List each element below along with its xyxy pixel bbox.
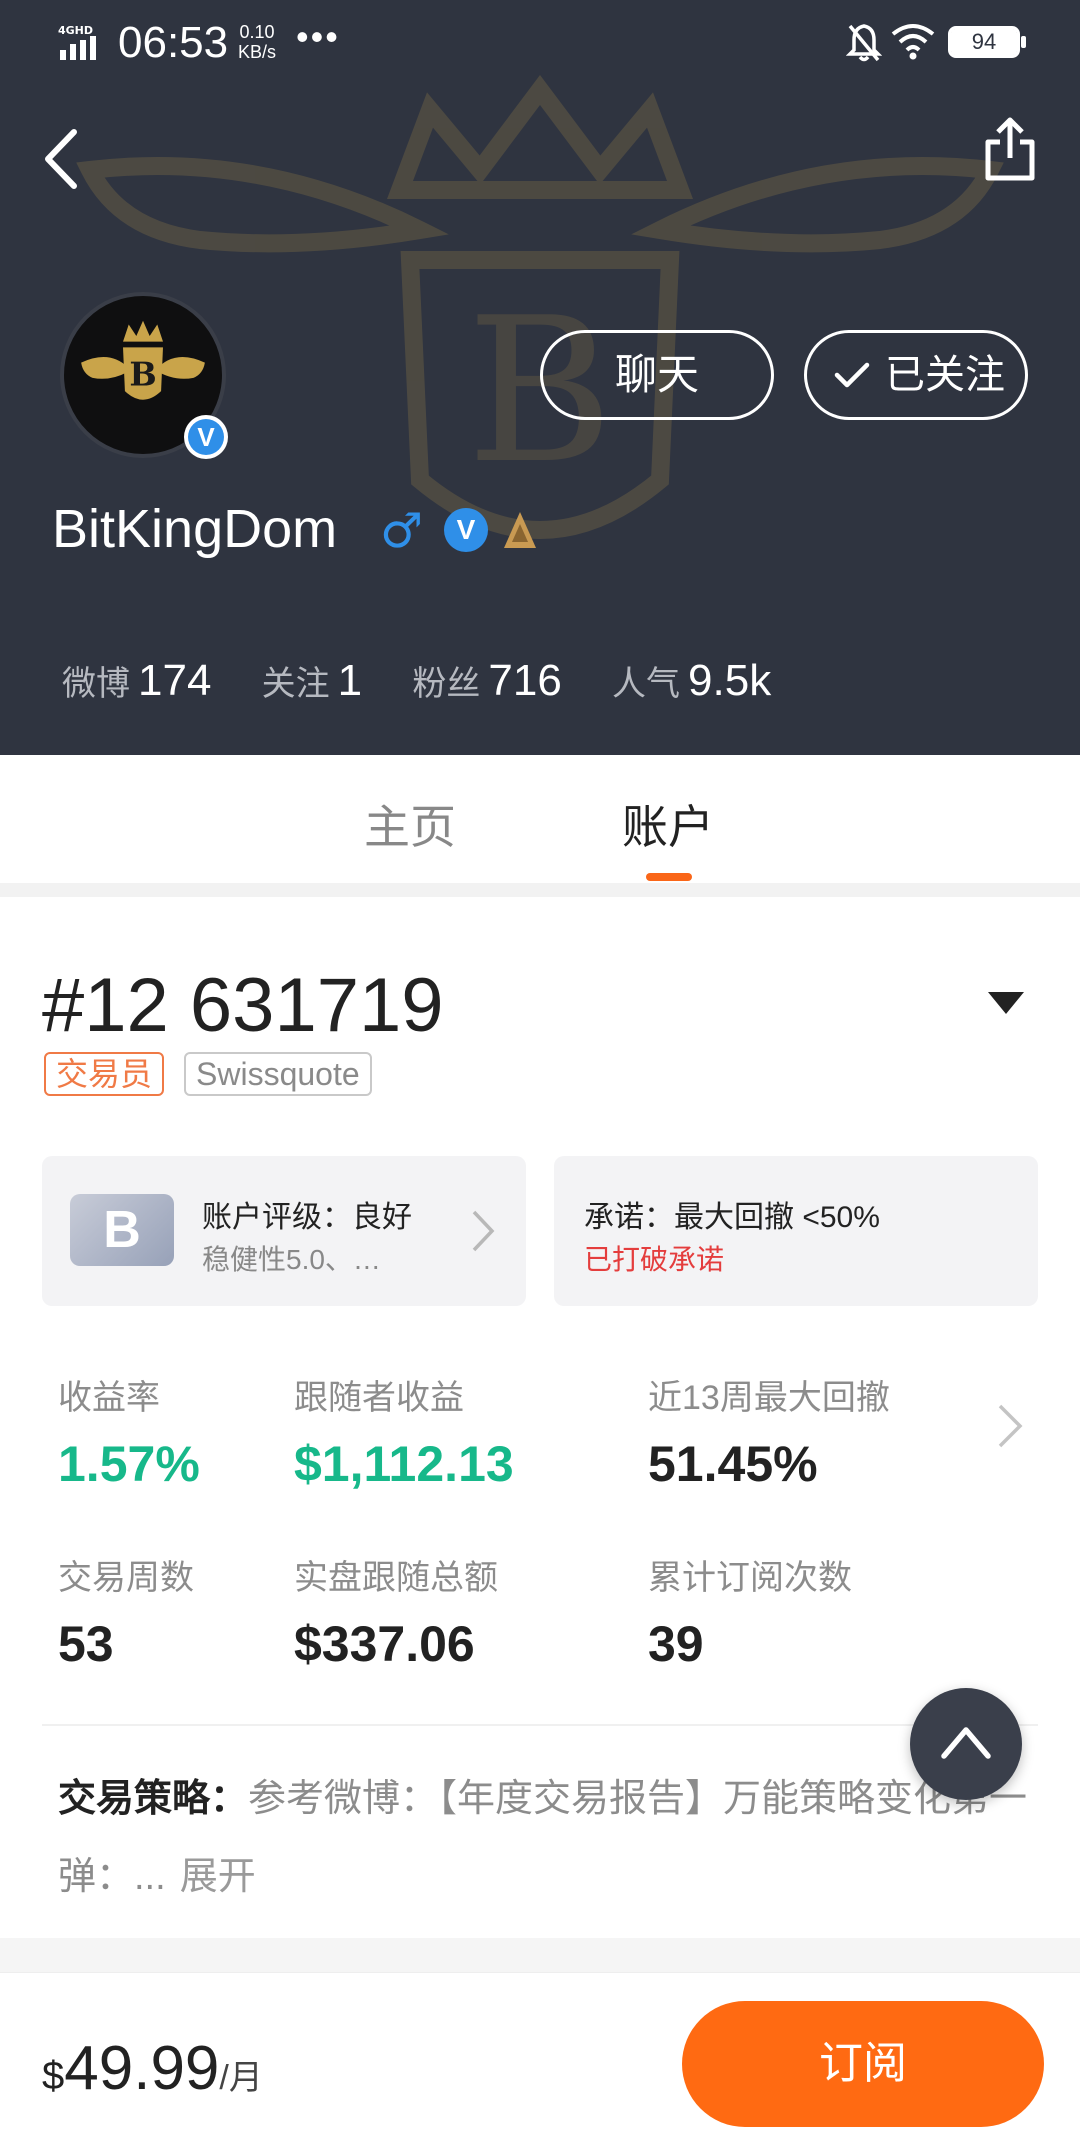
- stat-following[interactable]: 关注 1: [262, 656, 362, 706]
- network-speed-unit: KB/s: [238, 42, 277, 62]
- status-bar: 4GHD 06:53 0.10 KB/s ••• 94: [0, 0, 1080, 90]
- rating-title: 账户评级：良好: [202, 1201, 412, 1234]
- price-amount: 49.99: [64, 2034, 220, 2103]
- scroll-to-top-button[interactable]: [910, 1688, 1022, 1800]
- username: BitKingDom: [52, 499, 338, 559]
- following-button[interactable]: 已关注: [804, 330, 1028, 420]
- trader-tag: 交易员: [44, 1052, 165, 1096]
- network-speed-value: 0.10: [239, 22, 275, 42]
- subscribe-button[interactable]: 订阅: [682, 2001, 1044, 2127]
- stat-popularity: 人气 9.5k: [612, 656, 772, 705]
- chat-button[interactable]: 聊天: [540, 330, 774, 420]
- strategy-expand-link[interactable]: 展开: [180, 1856, 256, 1898]
- active-tab-indicator: [646, 873, 692, 881]
- chevron-right-icon[interactable]: [996, 1402, 1024, 1450]
- subscription-price: $49.99/月: [42, 2033, 263, 2104]
- status-time: 06:53: [118, 18, 229, 67]
- wifi-icon: [891, 24, 935, 60]
- rating-subtitle: 稳健性5.0、…: [202, 1244, 381, 1275]
- signal-icon: 4GHD: [58, 24, 96, 60]
- metric-subscription-count: 累计订阅次数 39: [648, 1559, 852, 1672]
- profile-stats: 微博 174 关注 1 粉丝 716 人气 9.5k: [62, 656, 809, 706]
- following-label: 已关注: [885, 353, 1005, 397]
- promise-status: 已打破承诺: [584, 1244, 725, 1275]
- svg-text:B: B: [129, 355, 156, 393]
- drawdown-promise-card: 承诺：最大回撤 <50% 已打破承诺: [554, 1156, 1038, 1306]
- price-unit: /月: [219, 2059, 263, 2097]
- promise-title: 承诺：最大回撤 <50%: [584, 1201, 880, 1234]
- svg-text:4GHD: 4GHD: [58, 24, 93, 37]
- stat-fans[interactable]: 粉丝 716: [412, 656, 561, 706]
- metric-return-rate: 收益率 1.57%: [58, 1379, 200, 1492]
- chevron-right-icon: [472, 1210, 495, 1252]
- level-icon: [504, 512, 536, 548]
- dropdown-arrow-icon[interactable]: [988, 992, 1024, 1014]
- section-divider: [0, 883, 1080, 897]
- chevron-up-icon: [941, 1727, 991, 1759]
- account-rating-card[interactable]: B 账户评级：良好 稳健性5.0、…: [42, 1156, 526, 1306]
- trading-strategy: 交易策略：参考微博：【年度交易报告】万能策略变化第一弹：... 展开: [58, 1760, 1038, 1916]
- battery-indicator: 94: [948, 26, 1026, 58]
- status-more-dots: •••: [296, 16, 340, 57]
- network-speed: 0.10 KB/s: [238, 22, 276, 62]
- rating-badge-icon: B: [70, 1194, 174, 1266]
- strategy-divider: [42, 1724, 1038, 1726]
- broker-tag: Swissquote: [184, 1052, 372, 1096]
- subscribe-bar: $49.99/月 订阅: [0, 1972, 1080, 2154]
- stat-posts[interactable]: 微博 174: [62, 656, 211, 706]
- price-currency: $: [42, 2054, 65, 2098]
- tab-account[interactable]: 账户: [622, 791, 714, 857]
- metric-trading-weeks: 交易周数 53: [58, 1559, 194, 1672]
- bell-muted-icon: [846, 24, 882, 62]
- metric-max-drawdown[interactable]: 近13周最大回撤 51.45%: [648, 1370, 890, 1493]
- tab-home[interactable]: 主页: [364, 791, 456, 857]
- male-gender-icon: ♂: [380, 503, 424, 559]
- share-icon[interactable]: [982, 116, 1038, 184]
- metric-live-follow-total: 实盘跟随总额 $337.06: [294, 1559, 498, 1672]
- verified-badge-icon: V: [184, 415, 228, 459]
- metric-follower-profit: 跟随者收益 $1,112.13: [294, 1379, 514, 1492]
- strategy-label: 交易策略：: [58, 1778, 249, 1820]
- account-number: #12 631719: [42, 963, 444, 1048]
- battery-level: 94: [951, 29, 1017, 55]
- profile-tabs: 主页 账户: [0, 755, 1080, 883]
- profile-header: B 4GHD 06:53 0.10 KB/s ••• 94 B V 聊天 已关注…: [0, 0, 1080, 755]
- bottom-spacer: [0, 1938, 1080, 1972]
- back-arrow-icon[interactable]: [38, 124, 88, 194]
- verified-icon: V: [444, 508, 488, 552]
- check-icon: [834, 362, 870, 388]
